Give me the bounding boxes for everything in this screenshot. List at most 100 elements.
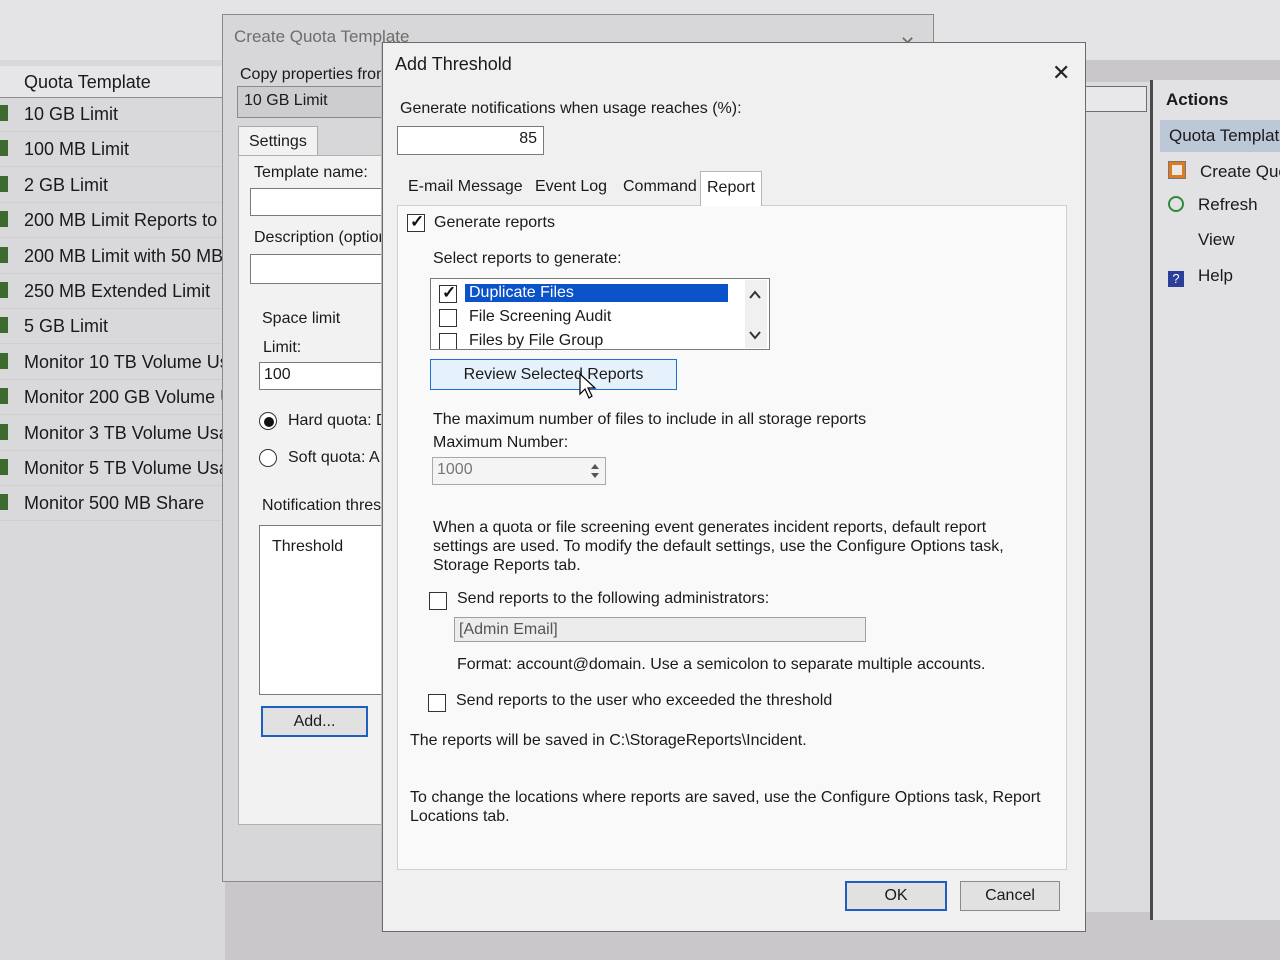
- quota-template-row[interactable]: 2 GB Limit: [0, 168, 222, 203]
- help-icon: ?: [1168, 271, 1184, 287]
- report-label: Files by File Group: [469, 332, 604, 349]
- action-label: View: [1198, 230, 1235, 249]
- copy-from-select[interactable]: 10 GB Limit: [237, 86, 387, 118]
- quota-template-column-header[interactable]: Quota Template: [0, 66, 222, 98]
- max-number-value: 1000: [437, 461, 473, 478]
- soft-quota-label: Soft quota: A: [288, 449, 380, 466]
- quota-template-row[interactable]: Monitor 10 TB Volume Us: [0, 345, 222, 380]
- incident-line: settings are used. To modify the default…: [433, 538, 1004, 555]
- template-name-input[interactable]: [250, 188, 384, 216]
- results-pane: [1085, 82, 1151, 912]
- quota-template-row[interactable]: 200 MB Limit with 50 MB: [0, 239, 222, 274]
- tab-settings-label: Settings: [249, 133, 307, 150]
- space-limit-label: Space limit: [262, 310, 341, 327]
- quota-template-icon: [0, 105, 8, 121]
- admin-email-input[interactable]: [Admin Email]: [454, 617, 866, 642]
- spin-arrows-icon[interactable]: [589, 461, 601, 481]
- tab-email-message[interactable]: E-mail Message: [402, 172, 529, 202]
- quota-template-row[interactable]: Monitor 200 GB Volume U: [0, 380, 222, 416]
- quota-template-row[interactable]: 250 MB Extended Limit: [0, 274, 222, 309]
- limit-input[interactable]: 100: [259, 362, 384, 390]
- incident-info-text: When a quota or file screening event gen…: [433, 518, 1033, 575]
- action-view[interactable]: View: [1168, 230, 1235, 250]
- limit-label: Limit:: [263, 339, 302, 356]
- review-selected-reports-button[interactable]: Review Selected Reports: [430, 359, 677, 390]
- quota-template-name: Monitor 5 TB Volume Usa: [24, 458, 222, 478]
- threshold-column-header: Threshold: [272, 538, 344, 555]
- quota-template-icon: [0, 140, 8, 157]
- create-quota-icon: [1168, 161, 1186, 179]
- thresholds-list[interactable]: Threshold: [259, 525, 384, 695]
- report-label: Duplicate Files: [465, 284, 728, 302]
- quota-template-row[interactable]: 5 GB Limit: [0, 309, 222, 345]
- reports-scrollbar[interactable]: [745, 280, 767, 348]
- action-label: Refresh: [1198, 195, 1258, 214]
- quota-template-icon: [0, 282, 8, 298]
- report-label: File Screening Audit: [469, 308, 612, 325]
- tab-settings[interactable]: Settings: [238, 126, 318, 156]
- cancel-button[interactable]: Cancel: [960, 881, 1060, 911]
- generate-reports-label: Generate reports: [434, 214, 555, 231]
- quota-template-row[interactable]: 10 GB Limit: [0, 97, 222, 132]
- incident-line: Storage Reports tab.: [433, 557, 581, 574]
- report-checkbox[interactable]: [439, 283, 457, 303]
- action-create-quota-template[interactable]: Create Quo: [1168, 161, 1280, 182]
- quota-template-row[interactable]: 100 MB Limit: [0, 132, 222, 168]
- scroll-arrows-icon: [749, 290, 761, 340]
- close-icon[interactable]: ✕: [1052, 60, 1070, 86]
- view-placeholder: [1168, 231, 1184, 247]
- tab-event-log[interactable]: Event Log: [529, 172, 613, 202]
- description-input[interactable]: [250, 254, 384, 284]
- quota-template-icon: [0, 459, 8, 475]
- actions-title: Actions: [1166, 90, 1229, 109]
- action-refresh[interactable]: Refresh: [1168, 195, 1258, 215]
- generate-reports-checkbox[interactable]: [407, 212, 425, 232]
- change-location-line: Locations tab.: [410, 808, 510, 825]
- quota-template-row[interactable]: Monitor 5 TB Volume Usa: [0, 451, 222, 486]
- reports-listbox[interactable]: Duplicate Files File Screening Audit Fil…: [430, 278, 770, 350]
- tab-report[interactable]: Report: [700, 171, 763, 206]
- ok-button[interactable]: OK: [845, 881, 947, 911]
- description-label: Description (option: [254, 229, 388, 246]
- incident-line: When a quota or file screening event gen…: [433, 519, 987, 536]
- quota-template-icon: [0, 211, 8, 228]
- quota-template-name: 100 MB Limit: [24, 139, 130, 160]
- quota-template-name: 5 GB Limit: [24, 316, 109, 337]
- quota-template-icon: [0, 246, 8, 263]
- quota-template-name: Monitor 3 TB Volume Usa: [24, 422, 222, 443]
- quota-template-name: 2 GB Limit: [24, 174, 109, 195]
- select-reports-label: Select reports to generate:: [433, 250, 622, 267]
- quota-template-row[interactable]: Monitor 500 MB Share: [0, 486, 222, 522]
- results-column-header[interactable]: [1085, 86, 1147, 112]
- max-number-stepper[interactable]: 1000: [432, 457, 606, 485]
- max-files-label: The maximum number of files to include i…: [433, 411, 867, 428]
- tab-command[interactable]: Command: [617, 172, 703, 202]
- quota-template-icon: [0, 423, 8, 440]
- send-admins-label: Send reports to the following administra…: [457, 590, 770, 607]
- change-location-line: To change the locations where reports ar…: [410, 789, 1041, 806]
- usage-percent-input[interactable]: 85: [397, 126, 544, 155]
- quota-template-icon: [0, 317, 8, 334]
- actions-section-quota-templates[interactable]: Quota Templat: [1160, 120, 1280, 152]
- report-checkbox[interactable]: [439, 333, 457, 349]
- change-location-text: To change the locations where reports ar…: [410, 788, 1050, 826]
- quota-template-icon: [0, 494, 8, 511]
- send-user-label: Send reports to the user who exceeded th…: [456, 692, 833, 709]
- quota-template-row[interactable]: 200 MB Limit Reports to U: [0, 203, 222, 239]
- quota-template-name: Monitor 10 TB Volume Us: [24, 351, 222, 372]
- quota-template-row[interactable]: Monitor 3 TB Volume Usa: [0, 416, 222, 451]
- refresh-icon: [1168, 196, 1184, 212]
- add-threshold-button[interactable]: Add...: [261, 706, 368, 737]
- action-help[interactable]: ? Help: [1168, 266, 1233, 287]
- send-admins-checkbox[interactable]: [429, 592, 447, 610]
- quota-template-name: 200 MB Limit with 50 MB: [24, 245, 222, 266]
- report-checkbox[interactable]: [439, 309, 457, 327]
- mouse-cursor-icon: [579, 372, 597, 399]
- quota-template-name: 250 MB Extended Limit: [24, 281, 211, 301]
- hard-quota-radio[interactable]: [259, 412, 277, 430]
- quota-template-name: Monitor 200 GB Volume U: [24, 387, 222, 408]
- soft-quota-radio[interactable]: [259, 449, 277, 467]
- send-user-checkbox[interactable]: [428, 694, 446, 712]
- format-hint: Format: account@domain. Use a semicolon …: [457, 656, 986, 673]
- actions-section-label: Quota Templat: [1169, 126, 1280, 145]
